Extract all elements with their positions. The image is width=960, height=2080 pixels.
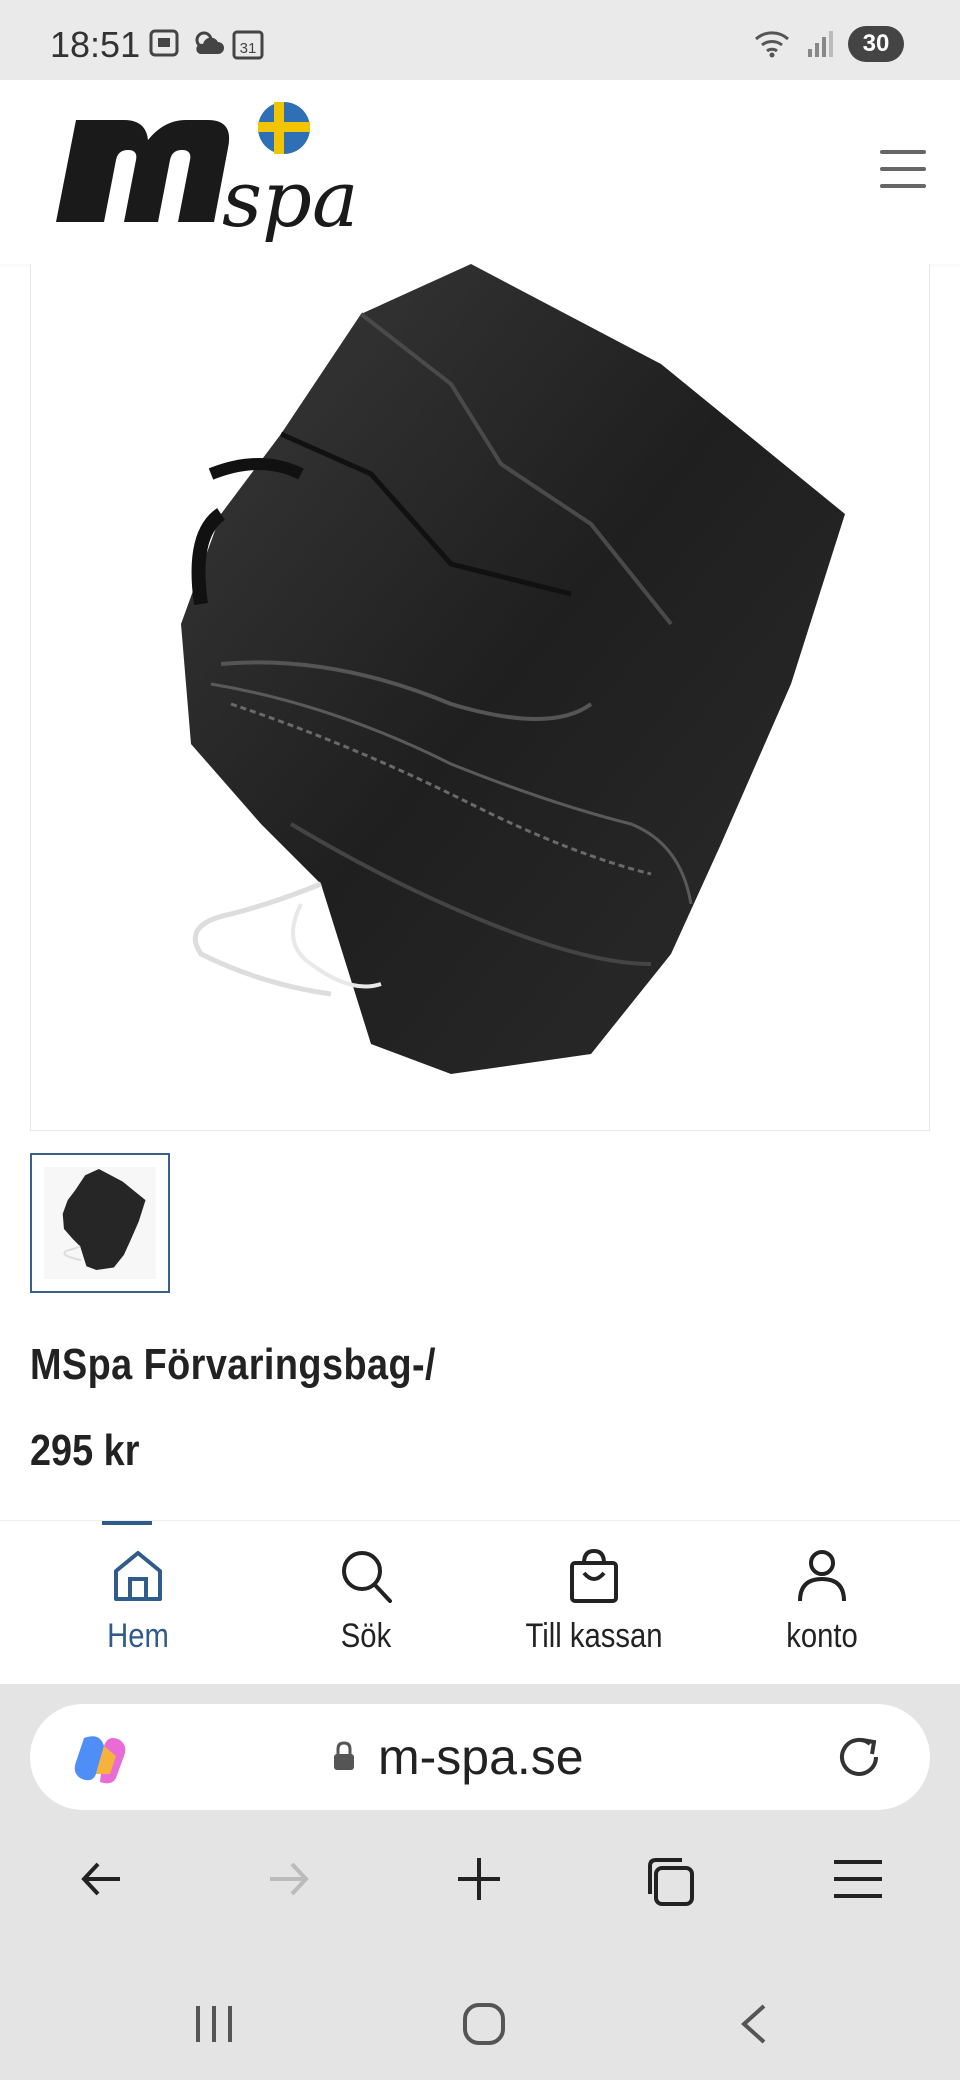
weather-icon xyxy=(195,31,224,54)
status-bar: 18:51 31 30 xyxy=(0,0,960,80)
home-button-icon[interactable] xyxy=(462,2002,506,2046)
nav-account-label: konto xyxy=(786,1617,858,1655)
url-bar[interactable]: m-spa.se xyxy=(30,1704,930,1810)
system-navigation xyxy=(0,1960,960,2080)
wifi-icon xyxy=(755,31,789,58)
back-icon[interactable] xyxy=(76,1854,126,1904)
bottom-nav: Hem Sök Till kassan konto xyxy=(0,1520,960,1685)
thumbnail-bag-image xyxy=(62,1168,146,1271)
status-right: 30 xyxy=(752,26,904,62)
copilot-icon[interactable] xyxy=(70,1728,130,1788)
browser-toolbar: m-spa.se xyxy=(0,1684,960,1960)
nav-home-label: Hem xyxy=(107,1617,169,1655)
product-image[interactable] xyxy=(30,264,930,1131)
storage-bag-image xyxy=(181,264,845,1074)
nav-search[interactable]: Sök xyxy=(246,1521,486,1685)
site-header: spa xyxy=(0,80,960,264)
nav-account[interactable]: konto xyxy=(702,1521,942,1685)
status-time: 18:51 xyxy=(50,24,141,65)
product-title: MSpa Förvaringsbag-/ xyxy=(30,1340,436,1389)
screenshot-icon xyxy=(149,29,179,57)
url-text: m-spa.se xyxy=(378,1729,584,1785)
logo-spa-text: spa xyxy=(222,155,358,245)
menu-icon[interactable] xyxy=(832,1854,884,1904)
system-back-icon[interactable] xyxy=(736,2002,772,2046)
calendar-icon: 31 xyxy=(232,30,264,60)
product-thumbnail[interactable] xyxy=(30,1153,170,1293)
nav-search-label: Sök xyxy=(340,1617,392,1655)
nav-checkout[interactable]: Till kassan xyxy=(474,1521,714,1685)
nav-checkout-label: Till kassan xyxy=(525,1617,663,1655)
battery-icon: 30 xyxy=(848,26,904,62)
hamburger-menu-icon[interactable] xyxy=(880,150,926,190)
home-icon xyxy=(114,1551,162,1601)
browser-tools xyxy=(0,1854,960,1944)
product-price: 295 kr xyxy=(30,1426,140,1475)
tabs-icon[interactable] xyxy=(642,1854,696,1908)
recent-apps-icon[interactable] xyxy=(192,2004,236,2044)
calendar-day: 31 xyxy=(240,40,257,57)
search-icon xyxy=(342,1551,392,1603)
forward-icon[interactable] xyxy=(264,1854,314,1904)
new-tab-icon[interactable] xyxy=(454,1854,504,1904)
mspa-logo[interactable]: spa xyxy=(36,92,396,262)
nav-home[interactable]: Hem xyxy=(18,1521,258,1685)
signal-icon xyxy=(808,31,833,57)
user-icon xyxy=(798,1550,846,1602)
lock-icon xyxy=(334,1741,354,1770)
active-indicator xyxy=(102,1521,152,1525)
bag-icon xyxy=(570,1548,618,1603)
reload-icon[interactable] xyxy=(832,1730,886,1784)
